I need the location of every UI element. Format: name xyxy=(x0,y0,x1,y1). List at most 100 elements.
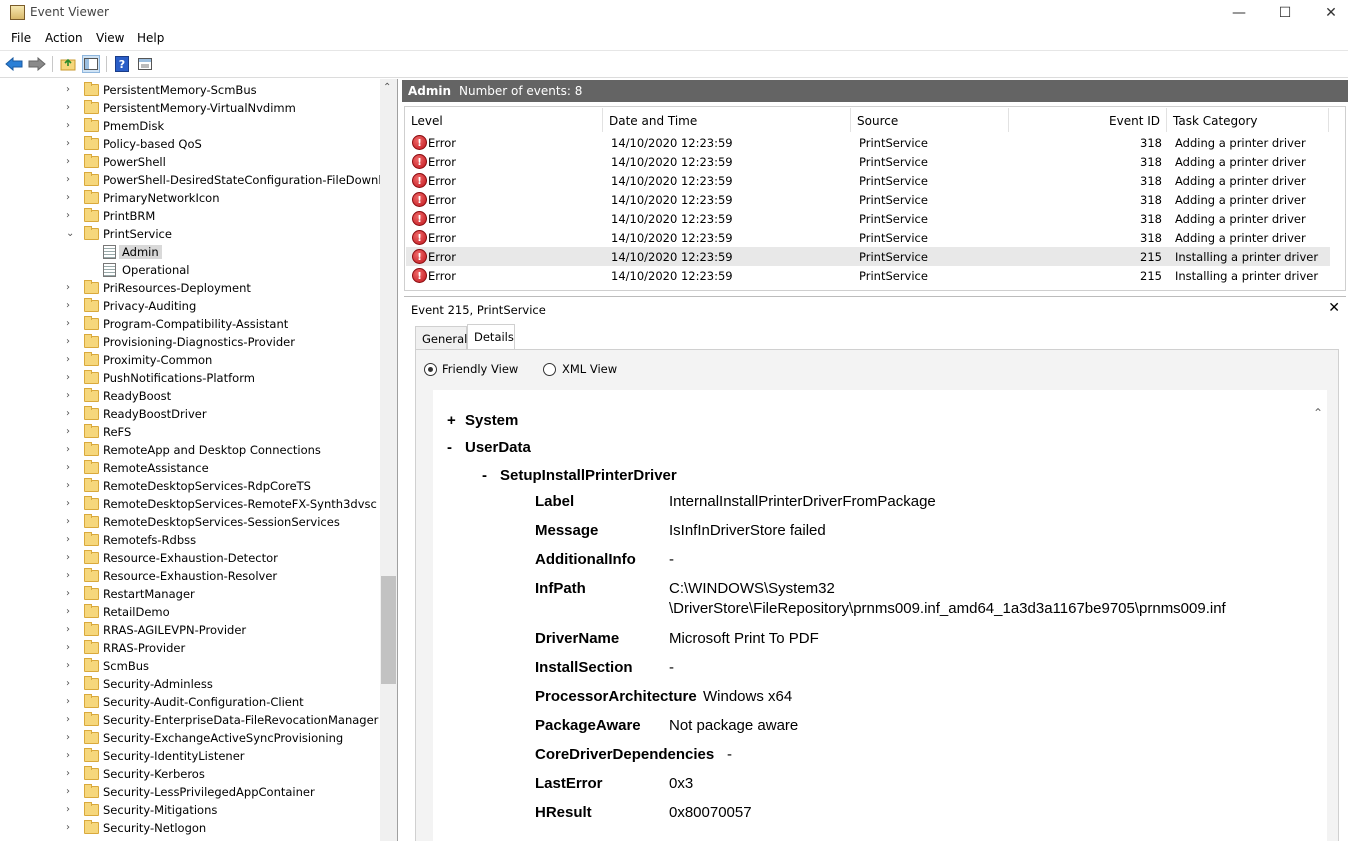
friendly-view-radio[interactable] xyxy=(424,363,437,376)
tree-scrollbar[interactable]: ⌃ xyxy=(380,79,397,841)
chevron-right-icon[interactable]: › xyxy=(66,210,76,222)
table-row[interactable]: ! Error 14/10/2020 12:23:59 PrintService 215… xyxy=(406,247,1330,266)
chevron-right-icon[interactable]: › xyxy=(66,318,76,330)
chevron-right-icon[interactable]: › xyxy=(66,534,76,546)
tree-item[interactable]: › PmemDisk xyxy=(0,117,380,135)
chevron-right-icon[interactable]: › xyxy=(66,372,76,384)
scroll-thumb[interactable] xyxy=(381,576,396,684)
tree-item[interactable]: › ReFS xyxy=(0,423,380,441)
chevron-right-icon[interactable]: › xyxy=(66,606,76,618)
scroll-up-icon[interactable]: ⌃ xyxy=(383,82,391,93)
chevron-right-icon[interactable]: › xyxy=(66,300,76,312)
tree-item[interactable]: › RemoteApp and Desktop Connections xyxy=(0,441,380,459)
tree-item[interactable]: › Program-Compatibility-Assistant xyxy=(0,315,380,333)
chevron-right-icon[interactable]: › xyxy=(66,588,76,600)
chevron-right-icon[interactable]: › xyxy=(66,156,76,168)
minimize-button[interactable]: — xyxy=(1216,0,1262,26)
tree-item[interactable]: › PowerShell-DesiredStateConfiguration-Fi… xyxy=(0,171,397,189)
tree-item[interactable]: › RemoteDesktopServices-RdpCoreTS xyxy=(0,477,380,495)
chevron-right-icon[interactable]: › xyxy=(66,336,76,348)
tree-item[interactable]: › RRAS-AGILEVPN-Provider xyxy=(0,621,380,639)
tab-general[interactable]: General xyxy=(415,326,467,350)
chevron-right-icon[interactable]: › xyxy=(66,480,76,492)
column-source[interactable]: Source xyxy=(851,108,1009,132)
show-hide-console-tree-icon[interactable] xyxy=(82,55,100,73)
friendly-view-label[interactable]: Friendly View xyxy=(442,362,518,376)
chevron-right-icon[interactable]: › xyxy=(66,138,76,150)
tree-item[interactable]: › Security-Netlogon xyxy=(0,819,380,837)
table-row[interactable]: ! Error 14/10/2020 12:23:59 PrintService 318… xyxy=(406,228,1330,247)
tree-item[interactable]: › PriResources-Deployment xyxy=(0,279,380,297)
chevron-right-icon[interactable]: › xyxy=(66,822,76,834)
chevron-right-icon[interactable]: › xyxy=(66,570,76,582)
tree-item[interactable]: › ReadyBoostDriver xyxy=(0,405,380,423)
userdata-toggle[interactable]: - xyxy=(447,439,452,456)
column-level[interactable]: Level xyxy=(405,108,603,132)
chevron-right-icon[interactable]: › xyxy=(66,714,76,726)
table-row[interactable]: ! Error 14/10/2020 12:23:59 PrintService 318… xyxy=(406,152,1330,171)
chevron-right-icon[interactable]: › xyxy=(66,786,76,798)
chevron-right-icon[interactable]: › xyxy=(66,84,76,96)
tree-item[interactable]: ⌄ PrintService xyxy=(0,225,380,243)
tree-item[interactable]: › RetailDemo xyxy=(0,603,380,621)
maximize-button[interactable]: ☐ xyxy=(1262,0,1308,26)
tree-item[interactable]: › Resource-Exhaustion-Detector xyxy=(0,549,380,567)
tree-item[interactable]: Operational xyxy=(0,261,380,279)
chevron-right-icon[interactable]: › xyxy=(66,102,76,114)
chevron-right-icon[interactable]: › xyxy=(66,732,76,744)
table-row[interactable]: ! Error 14/10/2020 12:23:59 PrintService 215… xyxy=(406,266,1330,285)
table-row[interactable]: ! Error 14/10/2020 12:23:59 PrintService 318… xyxy=(406,171,1330,190)
menu-file[interactable]: File xyxy=(11,31,31,45)
tree-item[interactable]: › RestartManager xyxy=(0,585,380,603)
tree-item[interactable]: › Policy-based QoS xyxy=(0,135,380,153)
chevron-right-icon[interactable]: › xyxy=(66,516,76,528)
chevron-right-icon[interactable]: › xyxy=(66,642,76,654)
chevron-right-icon[interactable]: › xyxy=(66,408,76,420)
xml-view-label[interactable]: XML View xyxy=(562,362,617,376)
tree-item[interactable]: › PushNotifications-Platform xyxy=(0,369,380,387)
tree-item[interactable]: › Security-Adminless xyxy=(0,675,380,693)
tree-item[interactable]: › Security-Audit-Configuration-Client xyxy=(0,693,380,711)
chevron-right-icon[interactable]: › xyxy=(66,426,76,438)
tree-item[interactable]: › PersistentMemory-VirtualNvdimm xyxy=(0,99,380,117)
tree-item[interactable]: › Security-IdentityListener xyxy=(0,747,380,765)
table-row[interactable]: ! Error 14/10/2020 12:23:59 PrintService 318… xyxy=(406,133,1330,152)
tree-item[interactable]: › Security-Mitigations xyxy=(0,801,380,819)
chevron-right-icon[interactable]: › xyxy=(66,696,76,708)
tree-item[interactable]: › RRAS-Provider xyxy=(0,639,380,657)
tree-item[interactable]: › Security-Kerberos xyxy=(0,765,380,783)
up-folder-icon[interactable] xyxy=(59,55,77,73)
chevron-right-icon[interactable]: › xyxy=(66,678,76,690)
column-task-category[interactable]: Task Category xyxy=(1167,108,1329,132)
menu-view[interactable]: View xyxy=(96,31,124,45)
chevron-right-icon[interactable]: › xyxy=(66,750,76,762)
tree-item[interactable]: › ReadyBoost xyxy=(0,387,380,405)
tree-item[interactable]: › PrintBRM xyxy=(0,207,380,225)
tree-item[interactable]: › RemoteDesktopServices-RemoteFX-Synth3dv… xyxy=(0,495,380,513)
tree-item[interactable]: Admin xyxy=(0,243,380,261)
tree-item[interactable]: › Provisioning-Diagnostics-Provider xyxy=(0,333,380,351)
forward-arrow-icon[interactable] xyxy=(28,55,46,73)
tree-item[interactable]: › Privacy-Auditing xyxy=(0,297,380,315)
tree-item[interactable]: › Remotefs-Rdbss xyxy=(0,531,380,549)
tree-item[interactable]: › PrimaryNetworkIcon xyxy=(0,189,380,207)
chevron-right-icon[interactable]: › xyxy=(66,120,76,132)
scroll-up-icon[interactable]: ⌃ xyxy=(1313,406,1323,420)
close-button[interactable]: ✕ xyxy=(1308,0,1348,26)
table-row[interactable]: ! Error 14/10/2020 12:23:59 PrintService 318… xyxy=(406,190,1330,209)
chevron-right-icon[interactable]: › xyxy=(66,192,76,204)
tree-item[interactable]: › Security-LessPrivilegedAppContainer xyxy=(0,783,380,801)
help-icon[interactable]: ? xyxy=(113,55,131,73)
setup-toggle[interactable]: - xyxy=(482,467,487,484)
system-toggle[interactable]: + xyxy=(447,412,456,429)
chevron-right-icon[interactable]: › xyxy=(66,282,76,294)
show-action-pane-icon[interactable] xyxy=(136,55,154,73)
chevron-right-icon[interactable]: › xyxy=(66,354,76,366)
tree-item[interactable]: › Security-ExchangeActiveSyncProvisioning xyxy=(0,729,380,747)
tree-item[interactable]: › Proximity-Common xyxy=(0,351,380,369)
chevron-down-icon[interactable]: ⌄ xyxy=(66,228,76,240)
tree-item[interactable]: › Security-EnterpriseData-FileRevocationM… xyxy=(0,711,380,729)
chevron-right-icon[interactable]: › xyxy=(66,660,76,672)
chevron-right-icon[interactable]: › xyxy=(66,624,76,636)
chevron-right-icon[interactable]: › xyxy=(66,552,76,564)
